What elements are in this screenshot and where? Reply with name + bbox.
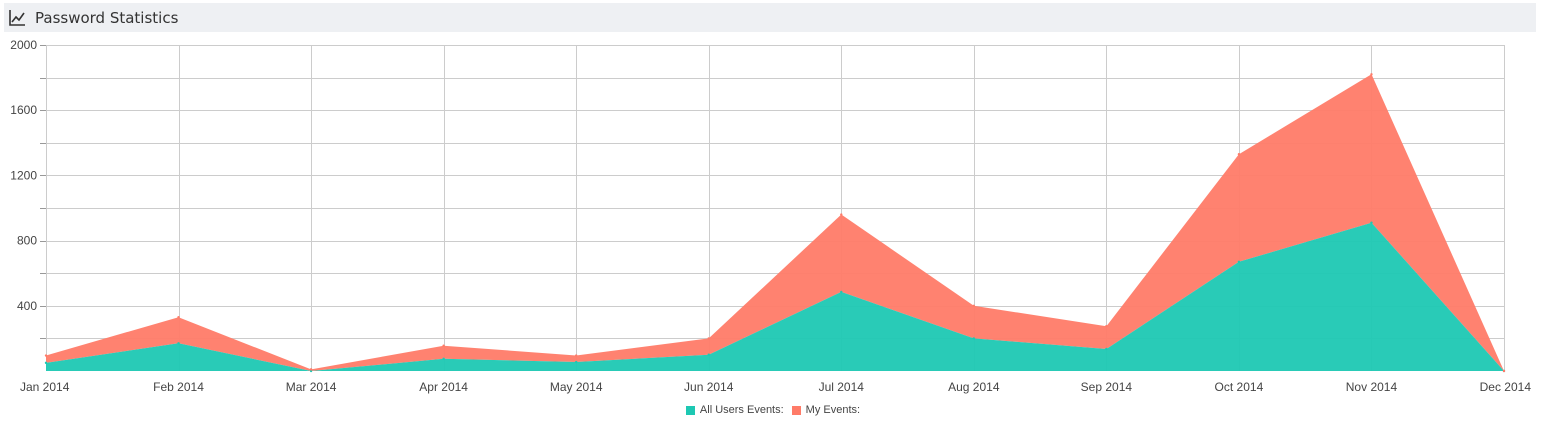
y-tick-label: 400 [17, 299, 37, 313]
x-tick-label: Apr 2014 [419, 380, 468, 394]
chart-legend: All Users Events: My Events: [0, 403, 1546, 417]
legend-label-my-events: My Events: [805, 404, 861, 416]
y-tick-label: 800 [17, 234, 37, 248]
legend-swatch-my-events [791, 405, 801, 415]
data-point-my-events [1502, 369, 1506, 373]
data-point-all-users-events [1237, 260, 1241, 263]
legend-swatch-all-users [685, 405, 695, 415]
data-point-my-events [972, 304, 976, 307]
y-tick-label: 2000 [10, 38, 37, 52]
data-point-my-events [442, 344, 445, 347]
data-point-my-events [177, 316, 180, 319]
data-point-all-users-events [707, 353, 710, 356]
x-tick-label: Jul 2014 [819, 380, 865, 394]
data-point-my-events [707, 337, 710, 340]
legend-item-my-events[interactable]: My Events: [791, 404, 861, 416]
data-point-my-events [574, 354, 578, 357]
data-point-all-users-events [1105, 347, 1108, 351]
y-tick-label: 1600 [10, 103, 37, 117]
x-tick-label: May 2014 [550, 380, 603, 394]
x-tick-label: Dec 2014 [1480, 380, 1532, 394]
data-point-my-events [840, 213, 843, 216]
y-tick-label: 1200 [10, 168, 37, 182]
x-tick-label: Jun 2014 [684, 380, 734, 394]
x-tick-label: Aug 2014 [948, 380, 1000, 394]
data-point-my-events [309, 368, 313, 371]
panel-title: Password Statistics [35, 8, 179, 27]
x-tick-label: Jan 2014 [20, 380, 70, 394]
legend-item-all-users[interactable]: All Users Events: [685, 404, 784, 416]
x-tick-label: Sep 2014 [1081, 380, 1133, 394]
x-tick-label: Mar 2014 [286, 380, 337, 394]
data-point-all-users-events [442, 357, 445, 360]
stacked-area-chart: 400 800 1200 1600 2000 Jan 2014 Feb 2014 Mar 20… [10, 38, 1532, 394]
x-tick-label: Feb 2014 [153, 380, 204, 394]
legend-label-all-users: All Users Events: [699, 404, 784, 416]
data-point-my-events [1370, 73, 1373, 76]
data-point-my-events [1105, 324, 1108, 328]
data-point-my-events [1237, 153, 1241, 156]
data-point-all-users-events [972, 337, 976, 340]
data-point-all-users-events [44, 361, 48, 365]
x-tick-label: Nov 2014 [1346, 380, 1398, 394]
chart-area: 400 800 1200 1600 2000 Jan 2014 Feb 2014 Mar 20… [0, 36, 1546, 419]
line-chart-icon [8, 9, 26, 27]
panel-header: Password Statistics [4, 3, 1536, 32]
x-tick-label: Oct 2014 [1215, 380, 1264, 394]
data-point-all-users-events [840, 290, 843, 294]
data-point-my-events [44, 354, 48, 357]
data-point-all-users-events [1370, 221, 1373, 224]
data-point-all-users-events [177, 342, 180, 345]
data-point-all-users-events [574, 360, 578, 364]
